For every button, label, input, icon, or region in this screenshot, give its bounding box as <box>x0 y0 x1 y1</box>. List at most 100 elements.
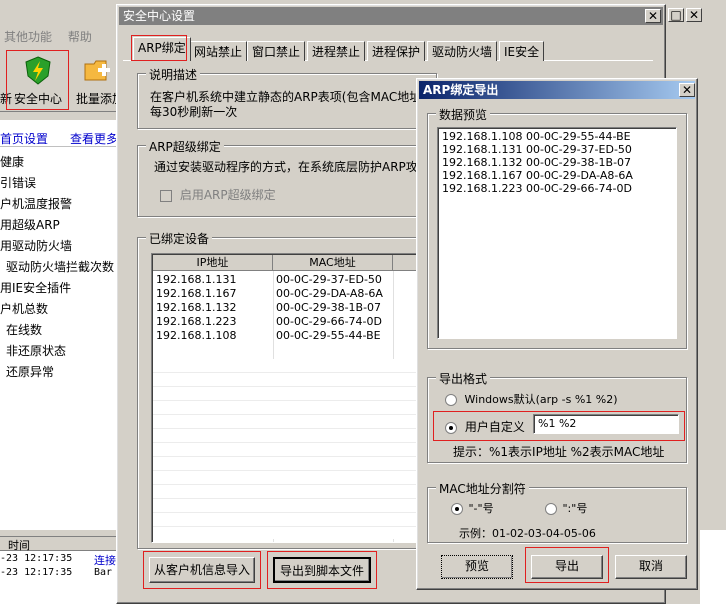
custom-format-input[interactable]: %1 %2 <box>533 414 679 434</box>
preview-line: 192.168.1.108 00-0C-29-55-44-BE <box>442 130 631 143</box>
row-ip: 192.168.1.108 <box>156 329 237 342</box>
row-mac: 00-0C-29-37-ED-50 <box>276 273 382 286</box>
bound-rows: 192.168.1.131 00-0C-29-37-ED-50 192.168.1… <box>156 273 416 343</box>
row-ip: 192.168.1.167 <box>156 287 237 300</box>
table-row[interactable]: 192.168.1.167 00-0C-29-DA-A8-6A <box>156 287 416 301</box>
bg-menu: 其他功能 帮助 <box>4 28 92 45</box>
import-from-clients-button[interactable]: 从客户机信息导入 <box>149 557 255 583</box>
checkbox-box <box>160 189 172 202</box>
menu-item-other[interactable]: 其他功能 <box>4 30 52 44</box>
format-windows-radio[interactable]: Windows默认(arp -s %1 %2) <box>445 391 618 407</box>
separator-colon-radio[interactable]: ":"号 <box>545 500 587 516</box>
format-hint: 提示：%1表示IP地址 %2表示MAC地址 <box>453 445 665 459</box>
tree-item: 还原异常 <box>6 365 55 379</box>
cancel-button[interactable]: 取消 <box>615 555 687 579</box>
link-view-more[interactable]: 查看更多 <box>70 130 118 147</box>
tab-process-protect[interactable]: 进程保护 <box>367 41 426 61</box>
log-msg: Bar <box>94 567 113 578</box>
export-to-script-button[interactable]: 导出到脚本文件 <box>273 557 371 583</box>
tab-process-block[interactable]: 进程禁止 <box>307 41 366 61</box>
row-mac: 00-0C-29-38-1B-07 <box>276 301 382 314</box>
security-center-button[interactable]: 安全中心 <box>10 54 66 108</box>
format-custom-label: 用户自定义 <box>464 420 525 434</box>
folder-add-icon <box>84 60 110 81</box>
radio-indicator <box>445 394 457 406</box>
separator-example: 示例：01-02-03-04-05-06 <box>459 527 596 540</box>
tree-item: 户机温度报警 <box>0 197 73 211</box>
dialog-title: 安全中心设置 <box>123 9 196 23</box>
log-time: -23 12:17:35 <box>0 553 73 564</box>
format-windows-label: Windows默认(arp -s %1 %2) <box>464 393 618 406</box>
tree-item: 在线数 <box>6 323 43 337</box>
log-msg: 连接 <box>94 554 116 567</box>
preview-button[interactable]: 预览 <box>441 555 513 579</box>
radio-indicator <box>445 421 457 434</box>
tab-driver-firewall[interactable]: 驱动防火墙 <box>427 41 498 61</box>
tab-arp-highlight <box>131 35 187 61</box>
row-mac: 00-0C-29-DA-A8-6A <box>276 287 383 300</box>
export-button[interactable]: 导出 <box>531 555 603 579</box>
format-custom-radio[interactable]: 用户自定义 <box>445 418 525 435</box>
export-titlebar[interactable]: ARP绑定导出 <box>419 81 695 99</box>
tree-item: 用超级ARP <box>0 218 60 232</box>
table-row[interactable]: 192.168.1.223 00-0C-29-66-74-0D <box>156 315 416 329</box>
preview-title: 数据预览 <box>436 106 491 123</box>
tree-item: 引错误 <box>0 176 37 190</box>
preview-line: 192.168.1.132 00-0C-29-38-1B-07 <box>442 156 632 169</box>
arp-export-dialog: ARP绑定导出 ✕ 数据预览 192.168.1.108 00-0C-29-55… <box>416 78 698 590</box>
separator-colon-label: ":"号 <box>562 502 588 515</box>
preview-textarea[interactable]: 192.168.1.108 00-0C-29-55-44-BE 192.168.… <box>437 127 677 339</box>
tree-item: 户机总数 <box>0 302 49 316</box>
row-ip: 192.168.1.131 <box>156 273 237 286</box>
link-home-settings[interactable]: 首页设置 <box>0 130 48 147</box>
batch-add-button[interactable]: 批量添加 <box>72 54 118 108</box>
column-header-ip[interactable]: IP地址 <box>153 255 273 271</box>
bound-devices-title: 已绑定设备 <box>146 230 213 247</box>
tree-item: 用驱动防火墙 <box>0 239 73 253</box>
format-title: 导出格式 <box>436 370 491 387</box>
row-mac: 00-0C-29-55-44-BE <box>276 329 381 342</box>
batch-add-label: 批量添加 <box>76 92 118 106</box>
row-ip: 192.168.1.132 <box>156 301 237 314</box>
row-ip: 192.168.1.223 <box>156 315 237 328</box>
radio-indicator <box>545 503 557 515</box>
preview-line: 192.168.1.167 00-0C-29-DA-A8-6A <box>442 169 633 182</box>
table-row[interactable]: 192.168.1.131 00-0C-29-37-ED-50 <box>156 273 416 287</box>
bg-restore-button[interactable]: □ <box>668 8 684 22</box>
column-header-mac[interactable]: MAC地址 <box>273 255 393 271</box>
separator-title: MAC地址分割符 <box>436 480 529 497</box>
separator-dash-label: "-"号 <box>468 502 494 515</box>
tab-ie-security[interactable]: IE安全 <box>499 41 545 61</box>
row-mac: 00-0C-29-66-74-0D <box>276 315 382 328</box>
tree-item: 用IE安全插件 <box>0 281 72 295</box>
log-time: -23 12:17:35 <box>0 567 73 578</box>
menu-item-help[interactable]: 帮助 <box>68 30 92 44</box>
arp-super-text: 通过安装驱动程序的方式，在系统底层防护ARP攻 <box>154 160 418 174</box>
arp-super-checkbox-label: 启用ARP超级绑定 <box>179 188 276 202</box>
description-group: 说明描述 在客户机系统中建立静态的ARP表项(包含MAC地址, 每30秒刷新一次 <box>137 66 437 129</box>
description-title: 说明描述 <box>146 66 201 83</box>
description-text: 每30秒刷新一次 <box>150 105 238 119</box>
status-tree: 健康 引错误 户机温度报警 用超级ARP 用驱动防火墙 驱动防火墙拦截次数 用I… <box>0 152 118 383</box>
arp-super-checkbox[interactable]: 启用ARP超级绑定 <box>160 186 276 203</box>
log-time-header: 时间 <box>8 539 30 552</box>
arp-super-group: ARP超级绑定 通过安装驱动程序的方式，在系统底层防护ARP攻 启用ARP超级绑… <box>137 138 437 217</box>
tab-website-block[interactable]: 网站禁止 <box>189 41 248 61</box>
arp-super-title: ARP超级绑定 <box>146 138 224 155</box>
table-row[interactable]: 192.168.1.108 00-0C-29-55-44-BE <box>156 329 416 343</box>
export-title: ARP绑定导出 <box>423 83 499 97</box>
shield-icon <box>25 56 51 85</box>
security-center-label: 安全中心 <box>13 92 62 106</box>
table-row[interactable]: 192.168.1.132 00-0C-29-38-1B-07 <box>156 301 416 315</box>
separator-dash-radio[interactable]: "-"号 <box>451 500 494 516</box>
preview-line: 192.168.1.131 00-0C-29-37-ED-50 <box>442 143 632 156</box>
tree-item: 健康 <box>0 155 25 169</box>
preview-line: 192.168.1.223 00-0C-29-66-74-0D <box>442 182 632 195</box>
dialog-titlebar[interactable]: 安全中心设置 <box>119 7 663 25</box>
bound-devices-list[interactable]: IP地址 MAC地址 192.168.1.131 00-0C-29-37-ED-5… <box>151 253 421 543</box>
tree-item: 非还原状态 <box>6 344 67 358</box>
dialog-close-button[interactable]: ✕ <box>645 9 661 23</box>
radio-indicator <box>451 503 463 515</box>
export-close-button[interactable]: ✕ <box>679 83 695 97</box>
tab-window-block[interactable]: 窗口禁止 <box>247 41 306 61</box>
